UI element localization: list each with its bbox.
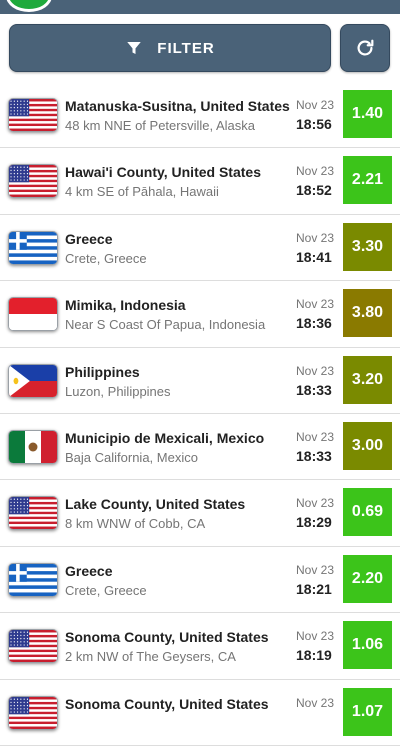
refresh-icon	[357, 39, 374, 56]
app-logo-icon	[6, 0, 52, 12]
magnitude-badge: 0.69	[343, 488, 392, 537]
quake-time: 18:19	[296, 647, 332, 664]
earthquake-row[interactable]: Municipio de Mexicali, Mexico Baja Califo…	[0, 414, 400, 481]
quake-place: Matanuska-Susitna, United States	[65, 98, 290, 114]
us-flag-icon	[8, 98, 58, 132]
quake-detail: Baja California, Mexico	[65, 449, 198, 465]
quake-time: 18:36	[296, 315, 332, 332]
magnitude-badge: 3.30	[343, 222, 392, 271]
quake-time: 18:21	[296, 580, 332, 597]
us-flag-icon	[8, 695, 58, 730]
earthquake-row[interactable]: Sonoma County, United States Nov 23 1.07	[0, 680, 400, 746]
toolbar: FILTER	[0, 14, 400, 85]
quake-time: 18:29	[296, 514, 332, 531]
quake-place: Lake County, United States	[65, 496, 246, 513]
quake-date: Nov 23	[296, 562, 335, 577]
earthquake-row[interactable]: Lake County, United States 8 km WNW of Co…	[0, 480, 400, 547]
quake-date: Nov 23	[296, 629, 335, 644]
magnitude-badge: 1.07	[343, 687, 392, 736]
magnitude-badge: 2.21	[343, 156, 392, 205]
magnitude-badge: 1.40	[343, 90, 392, 138]
quake-date: Nov 23	[296, 98, 335, 112]
quake-date: Nov 23	[296, 695, 335, 710]
quake-detail: 4 km SE of Pāhala, Hawaii	[65, 184, 219, 200]
quake-detail: 48 km NNE of Petersville, Alaska	[65, 118, 256, 133]
quake-date: Nov 23	[296, 429, 335, 444]
quake-place: Municipio de Mexicali, Mexico	[65, 429, 265, 446]
us-flag-icon	[8, 496, 58, 531]
earthquake-list: Matanuska-Susitna, United States 48 km NN…	[0, 82, 400, 746]
refresh-button[interactable]	[340, 24, 390, 72]
filter-button-label: FILTER	[157, 39, 215, 57]
earthquake-row[interactable]: Matanuska-Susitna, United States 48 km NN…	[0, 82, 400, 149]
quake-detail: 8 km WNW of Cobb, CA	[65, 516, 206, 532]
quake-time: 18:33	[296, 381, 332, 398]
earthquake-row[interactable]: Greece Crete, Greece Nov 23 18:21 2.20	[0, 547, 400, 614]
quake-detail: Luzon, Philippines	[65, 383, 171, 399]
us-flag-icon	[8, 629, 58, 664]
quake-date: Nov 23	[296, 363, 335, 378]
quake-date: Nov 23	[296, 164, 335, 179]
earthquake-row[interactable]: Sonoma County, United States 2 km NW of T…	[0, 613, 400, 680]
quake-time: 18:52	[296, 182, 332, 199]
magnitude-badge: 3.00	[343, 421, 392, 470]
quake-place: Mimika, Indonesia	[65, 297, 186, 314]
filter-button[interactable]: FILTER	[9, 24, 331, 72]
quake-date: Nov 23	[296, 496, 335, 511]
gr-flag-icon	[8, 562, 58, 597]
quake-time: 18:33	[296, 447, 332, 464]
gr-flag-icon	[8, 230, 58, 265]
us-flag-icon	[8, 164, 58, 199]
magnitude-badge: 1.06	[343, 621, 392, 670]
mx-flag-icon	[8, 429, 58, 464]
funnel-icon	[127, 42, 142, 54]
earthquake-row[interactable]: Philippines Luzon, Philippines Nov 23 18:33…	[0, 348, 400, 414]
quake-detail: Crete, Greece	[65, 250, 147, 266]
magnitude-badge: 2.20	[343, 554, 392, 603]
quake-detail: Near S Coast Of Papua, Indonesia	[65, 317, 266, 333]
status-header	[0, 0, 400, 14]
quake-date: Nov 23	[296, 297, 335, 312]
earthquake-row[interactable]: Greece Crete, Greece Nov 23 18:41 3.30	[0, 215, 400, 282]
quake-date: Nov 23	[296, 230, 335, 245]
quake-place: Greece	[65, 562, 113, 579]
ph-flag-icon	[8, 363, 58, 398]
quake-time: 18:56	[296, 116, 332, 132]
earthquake-row[interactable]: Mimika, Indonesia Near S Coast Of Papua, …	[0, 281, 400, 348]
quake-place: Sonoma County, United States	[65, 629, 269, 646]
quake-detail: 2 km NW of The Geysers, CA	[65, 649, 236, 665]
quake-place: Sonoma County, United States	[65, 695, 269, 712]
magnitude-badge: 3.80	[343, 289, 392, 338]
quake-place: Hawai'i County, United States	[65, 164, 261, 181]
quake-detail: Crete, Greece	[65, 582, 147, 598]
quake-place: Philippines	[65, 363, 140, 380]
quake-place: Greece	[65, 230, 113, 247]
id-flag-icon	[8, 297, 58, 332]
earthquake-row[interactable]: Hawai'i County, United States 4 km SE of …	[0, 148, 400, 215]
quake-time: 18:41	[296, 248, 332, 265]
magnitude-badge: 3.20	[343, 355, 392, 404]
